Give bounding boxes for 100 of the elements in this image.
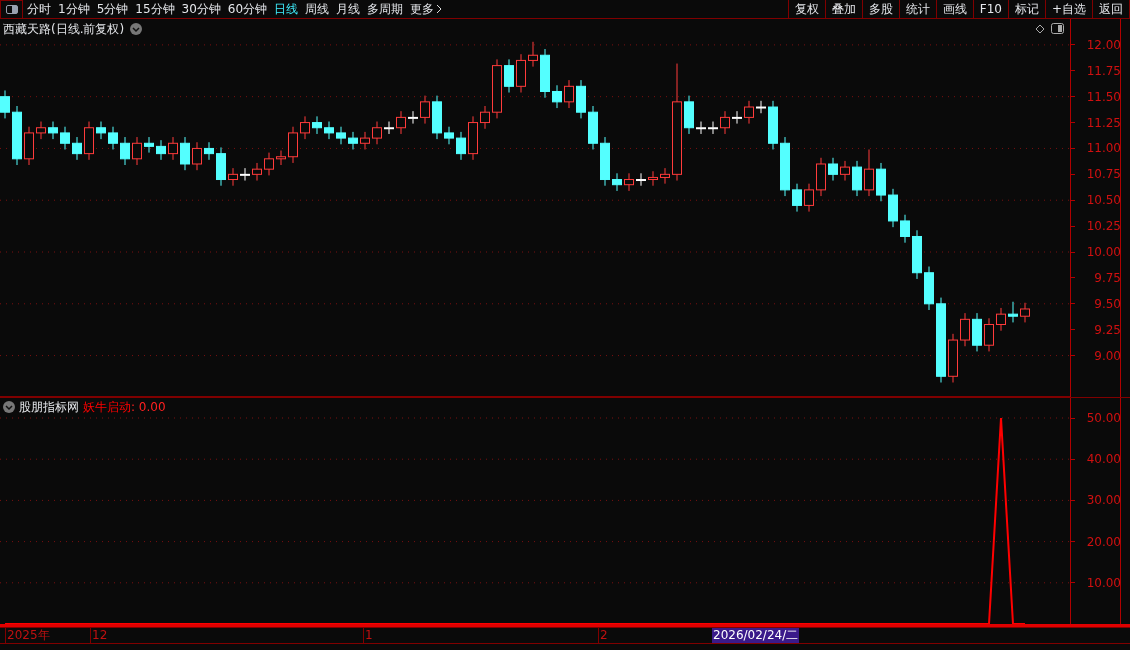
candlestick	[312, 115, 322, 135]
indicator-axis-label: 50.00	[1085, 411, 1121, 425]
candlestick	[396, 110, 406, 135]
candlestick	[288, 126, 298, 164]
period-tab[interactable]: 日线	[274, 0, 299, 18]
price-axis-label: 9.25	[1093, 322, 1121, 337]
candlestick	[96, 121, 106, 140]
candlestick	[0, 89, 10, 119]
candlestick	[828, 157, 838, 182]
candlestick	[996, 307, 1006, 332]
candlestick	[156, 139, 166, 161]
candlestick	[336, 126, 346, 145]
indicator-axis-label: 40.00	[1085, 452, 1121, 467]
price-axis-label: 9.00	[1093, 348, 1121, 363]
candlestick	[564, 79, 574, 109]
price-axis-label: 10.75	[1085, 167, 1121, 182]
candlestick	[504, 58, 514, 94]
price-axis-label: 12.00	[1085, 37, 1121, 52]
toolbar-button[interactable]: 复权	[788, 0, 826, 18]
candlestick	[240, 167, 250, 182]
candlestick	[36, 121, 46, 140]
candlestick	[204, 141, 214, 161]
candlestick	[132, 136, 142, 166]
candlestick	[228, 167, 238, 187]
candlestick	[60, 126, 70, 150]
price-axis-label: 11.50	[1085, 89, 1121, 104]
candlestick	[900, 214, 910, 244]
candlestick	[852, 160, 862, 197]
period-tab[interactable]: 5分钟	[96, 0, 129, 18]
candlestick	[276, 150, 286, 166]
toolbar-button[interactable]: F10	[973, 0, 1009, 18]
candlestick	[384, 121, 394, 135]
dropdown-icon[interactable]	[3, 400, 15, 413]
candlestick	[840, 160, 850, 182]
price-axis-label: 11.25	[1085, 115, 1121, 130]
candlestick	[804, 183, 814, 213]
candlestick	[612, 172, 622, 192]
toolbar-button[interactable]: 返回	[1093, 0, 1130, 18]
candlestick	[168, 136, 178, 161]
indicator-axis-label: 20.00	[1085, 534, 1121, 549]
candlestick	[720, 110, 730, 135]
candlestick	[744, 100, 754, 125]
candlestick	[180, 136, 190, 171]
more-button[interactable]: 更多	[410, 0, 443, 18]
candlestick	[372, 121, 382, 145]
candlestick	[528, 41, 538, 68]
candlestick	[1020, 302, 1030, 323]
candlestick	[960, 312, 970, 347]
candlestick	[552, 84, 562, 109]
diamond-icon[interactable]	[1035, 23, 1045, 34]
period-tab[interactable]: 分时	[27, 0, 51, 18]
candlestick	[708, 121, 718, 135]
candlestick	[1008, 301, 1018, 323]
price-axis-label: 10.50	[1085, 193, 1121, 208]
date-axis-label: 2	[598, 628, 608, 643]
candlestick	[72, 136, 82, 161]
indicator-name: 股朋指标网	[19, 398, 79, 416]
candlestick	[348, 131, 358, 150]
chart-title: 西藏天路(日线.前复权)	[3, 20, 125, 38]
date-axis-label: 1	[363, 628, 373, 643]
candlestick	[408, 110, 418, 125]
period-tab[interactable]: 30分钟	[181, 0, 221, 18]
toolbar-button[interactable]: 画线	[936, 0, 974, 18]
candlestick	[420, 95, 430, 125]
candlestick	[756, 100, 766, 114]
indicator-axis-label: 30.00	[1085, 493, 1121, 508]
candlestick	[792, 183, 802, 213]
period-tab[interactable]: 月线	[336, 0, 361, 18]
candlestick	[864, 148, 874, 197]
toolbar-button[interactable]: 多股	[862, 0, 900, 18]
period-tab[interactable]: 60分钟	[227, 0, 268, 18]
cursor-date-label: 2026/02/24/二	[712, 628, 800, 643]
date-axis-label: 2025年	[5, 628, 50, 643]
candlestick	[660, 167, 670, 185]
candlestick	[456, 131, 466, 161]
panel-toggle-icon[interactable]	[1051, 23, 1064, 34]
period-tab[interactable]: 15分钟	[135, 0, 175, 18]
toolbar-button[interactable]: 标记	[1008, 0, 1046, 18]
period-tab[interactable]: 多周期	[367, 0, 404, 18]
candlestick	[48, 121, 58, 140]
price-axis-label: 11.00	[1085, 141, 1121, 156]
candlestick	[444, 126, 454, 145]
toolbar-button[interactable]: +自选	[1045, 0, 1093, 18]
price-axis-label: 10.00	[1085, 245, 1121, 259]
price-axis-label: 9.75	[1093, 270, 1121, 285]
dropdown-icon[interactable]	[130, 22, 143, 35]
period-tab[interactable]: 1分钟	[58, 0, 90, 18]
toolbar-button[interactable]: 统计	[899, 0, 937, 18]
candlestick	[144, 136, 154, 154]
toolbar-button[interactable]: 叠加	[825, 0, 863, 18]
candlestick	[324, 121, 334, 140]
candlestick	[192, 141, 202, 171]
panel-toggle-icon[interactable]	[0, 0, 23, 19]
period-tab[interactable]: 周线	[305, 0, 330, 18]
candlestick	[120, 136, 130, 166]
candlestick	[360, 131, 370, 150]
candlestick	[624, 172, 634, 192]
candlestick	[636, 172, 646, 187]
indicator-reading: : 0.00	[131, 398, 166, 416]
candlestick	[300, 115, 310, 140]
